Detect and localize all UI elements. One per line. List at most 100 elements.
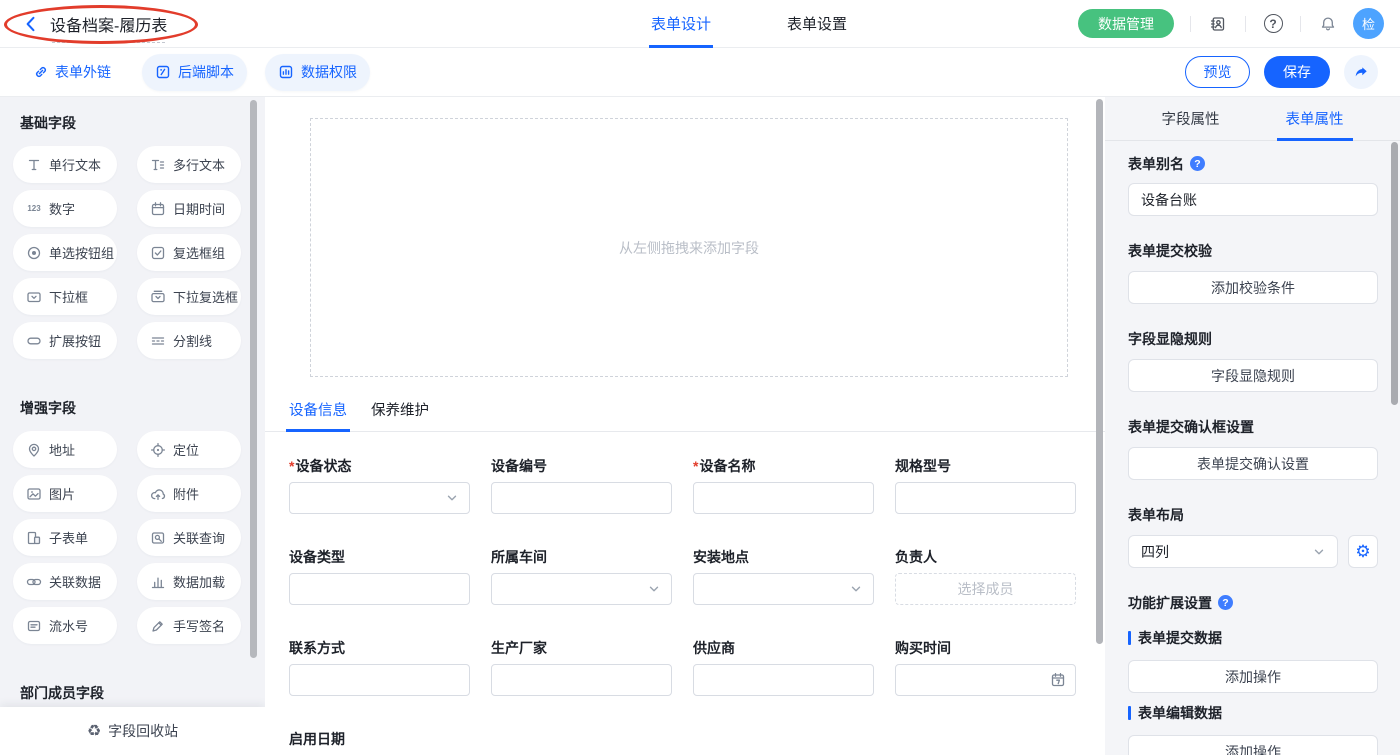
form-field[interactable]: *设备名称 (693, 456, 874, 514)
field-library-sidebar: 基础字段单行文本多行文本123数字日期时间单选按钮组复选框组下拉框下拉复选框扩展… (0, 97, 265, 755)
properties-scrollbar[interactable] (1391, 142, 1398, 405)
tab-form-properties[interactable]: 表单属性 (1286, 97, 1344, 141)
back-icon[interactable] (22, 15, 40, 33)
field-type-pill[interactable]: 日期时间 (137, 190, 241, 227)
field-type-pill[interactable]: 定位 (137, 431, 241, 468)
form-field[interactable]: 所属车间 (491, 547, 672, 605)
field-type-pill[interactable]: 图片 (13, 475, 117, 512)
form-design-canvas: 从左侧拖拽来添加字段 设备信息 保养维护 *设备状态 设备编号 *设备名称规格型号设备… (265, 97, 1105, 755)
preview-button[interactable]: 预览 (1185, 56, 1250, 88)
canvas-tab-0[interactable]: 设备信息 (289, 399, 347, 420)
canvas-tab-1[interactable]: 保养维护 (371, 399, 429, 420)
add-action-button-edit[interactable]: 添加操作 (1128, 735, 1378, 755)
field-type-pill[interactable]: 下拉框 (13, 278, 117, 315)
text-input-control[interactable] (289, 573, 470, 605)
form-layout-select[interactable]: 四列 (1128, 535, 1338, 568)
add-action-button-submit[interactable]: 添加操作 (1128, 660, 1378, 693)
add-validation-button[interactable]: 添加校验条件 (1128, 271, 1378, 304)
form-field[interactable]: 生产厂家 (491, 638, 672, 696)
header-tab-form-design[interactable]: 表单设计 (651, 0, 711, 48)
header-tab-form-settings[interactable]: 表单设置 (787, 0, 847, 48)
required-star: * (289, 458, 294, 474)
data-manage-button[interactable]: 数据管理 (1078, 9, 1174, 38)
form-field-label: *设备状态 (289, 456, 470, 473)
form-field[interactable]: 设备编号 (491, 456, 672, 514)
field-type-pill[interactable]: 关联查询 (137, 519, 241, 556)
page-title: 设备档案-履历表 (50, 12, 167, 36)
form-field[interactable]: 负责人选择成员 (895, 547, 1076, 605)
radio-icon (26, 245, 42, 261)
chevron-down-icon (444, 490, 460, 506)
properties-panel: 字段属性表单属性 表单别名 ? 表单提交校验 添加校验条件 字段显隐规则 字段显… (1105, 97, 1400, 755)
form-field[interactable]: 规格型号 (895, 456, 1076, 514)
field-type-pill[interactable]: 扩展按钮 (13, 322, 117, 359)
field-type-pill[interactable]: 下拉复选框 (137, 278, 241, 315)
form-field[interactable]: 购买时间 (895, 638, 1076, 696)
canvas-scrollbar[interactable] (1096, 99, 1103, 644)
select-control[interactable] (289, 482, 470, 514)
field-type-pill[interactable]: 单选按钮组 (13, 234, 117, 271)
group-accent-bar (1128, 631, 1131, 645)
divider (1300, 16, 1301, 32)
help-badge-icon[interactable]: ? (1190, 156, 1205, 171)
field-type-pill[interactable]: 多行文本 (137, 146, 241, 183)
share-button[interactable] (1344, 55, 1378, 89)
form-field[interactable]: 设备类型 (289, 547, 470, 605)
share-icon (1353, 64, 1369, 80)
dropzone-placeholder: 从左侧拖拽来添加字段 (619, 238, 759, 258)
field-visibility-button[interactable]: 字段显隐规则 (1128, 359, 1378, 392)
user-avatar[interactable]: 检 (1353, 8, 1384, 39)
divider-icon (150, 333, 166, 349)
layout-settings-button[interactable]: ⚙ (1348, 535, 1378, 568)
form-field[interactable]: 供应商 (693, 638, 874, 696)
field-type-pill[interactable]: 手写签名 (137, 607, 241, 644)
field-type-pill[interactable]: 复选框组 (137, 234, 241, 271)
text-multi-icon (150, 157, 166, 173)
field-type-pill[interactable]: 子表单 (13, 519, 117, 556)
form-field[interactable]: 安装地点 (693, 547, 874, 605)
toolbar-button[interactable]: 后端脚本 (142, 54, 247, 91)
form-alias-input[interactable] (1128, 183, 1378, 216)
field-type-pill[interactable]: 数据加载 (137, 563, 241, 600)
submit-confirm-button[interactable]: 表单提交确认设置 (1128, 447, 1378, 480)
text-input-control[interactable] (693, 482, 874, 514)
form-field-label: 安装地点 (693, 547, 874, 564)
select-control[interactable] (693, 573, 874, 605)
form-field[interactable]: 启用日期 (289, 729, 470, 755)
field-dropzone[interactable]: 从左侧拖拽来添加字段 (310, 118, 1068, 377)
field-type-pill[interactable]: 单行文本 (13, 146, 117, 183)
select-icon (26, 289, 42, 305)
text-input-control[interactable] (895, 482, 1076, 514)
tab-field-properties[interactable]: 字段属性 (1162, 97, 1220, 141)
text-input-control[interactable] (491, 664, 672, 696)
sidebar-section: 基础字段单行文本多行文本123数字日期时间单选按钮组复选框组下拉框下拉复选框扩展… (0, 97, 265, 359)
help-badge-icon[interactable]: ? (1218, 595, 1233, 610)
signature-icon (150, 618, 166, 634)
select-control[interactable] (491, 573, 672, 605)
notification-bell-icon[interactable] (1317, 13, 1339, 35)
calendar-icon (1050, 672, 1066, 688)
text-input-control[interactable] (289, 664, 470, 696)
field-recycle-bin[interactable]: ♻ 字段回收站 (0, 707, 265, 755)
field-type-pill[interactable]: 分割线 (137, 322, 241, 359)
location-icon (150, 442, 166, 458)
form-field[interactable]: 联系方式 (289, 638, 470, 696)
text-input-control[interactable] (693, 664, 874, 696)
field-type-pill[interactable]: 地址 (13, 431, 117, 468)
sidebar-scrollbar[interactable] (250, 100, 257, 658)
field-type-pill[interactable]: 关联数据 (13, 563, 117, 600)
text-input-control[interactable] (491, 482, 672, 514)
field-type-pill[interactable]: 123数字 (13, 190, 117, 227)
toolbar-button[interactable]: 数据权限 (265, 54, 370, 91)
date-control[interactable] (895, 664, 1076, 696)
required-star: * (693, 458, 698, 474)
field-type-pill[interactable]: 流水号 (13, 607, 117, 644)
save-button[interactable]: 保存 (1264, 56, 1330, 88)
member-picker-control[interactable]: 选择成员 (895, 573, 1076, 605)
address-book-icon[interactable] (1207, 13, 1229, 35)
toolbar-button[interactable]: 表单外链 (20, 56, 124, 89)
form-field[interactable]: *设备状态 (289, 456, 470, 514)
help-icon[interactable]: ? (1262, 13, 1284, 35)
form-field-label: 负责人 (895, 547, 1076, 564)
field-type-pill[interactable]: 附件 (137, 475, 241, 512)
